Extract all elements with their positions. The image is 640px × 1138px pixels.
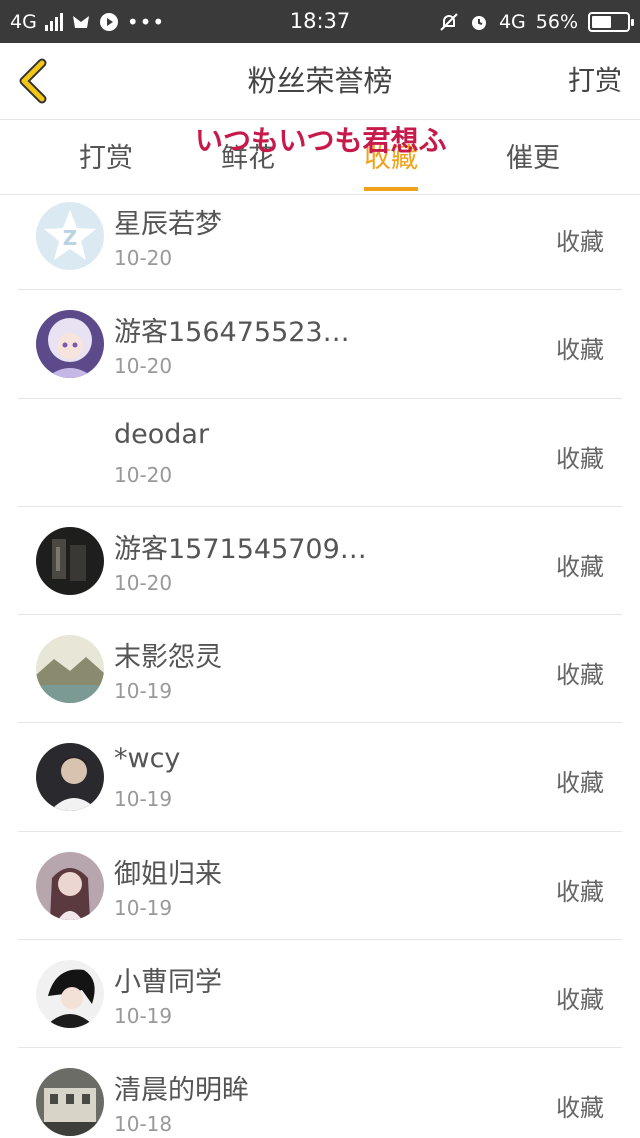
record-type: 收藏 [556,552,604,581]
alarm-icon [469,12,489,32]
list-item[interactable]: deodar 10-20 收藏 [18,399,622,507]
list-item[interactable]: 小曹同学 10-19 收藏 [18,940,622,1049]
dark-photo-avatar-icon [36,526,104,595]
status-right: 4G 56% [439,0,634,43]
date: 10-20 [114,570,173,595]
list-item[interactable]: 御姐归来 10-19 收藏 [18,832,622,941]
record-type: 收藏 [556,336,604,365]
chevron-left-icon [19,58,47,104]
record-type: 收藏 [556,986,604,1015]
watermark-text: いつもいつも君想ふ [195,124,447,157]
user-name: 清晨的明眸 [114,1075,249,1107]
record-type: 收藏 [556,228,604,256]
mute-bell-icon [439,12,459,32]
date: 10-19 [114,679,173,704]
default-avatar-icon: Z [36,202,104,270]
date: 10-20 [114,354,173,379]
landscape-avatar-icon [36,635,104,704]
building-photo-avatar-icon [36,1068,104,1137]
avatar [36,1068,104,1137]
user-name: 游客156475523… [114,317,350,349]
status-bar: 4G ••• 18:37 4G 56% [0,0,640,43]
record-type: 收藏 [556,877,604,906]
list-item[interactable]: 清晨的明眸 10-18 收藏 [18,1048,622,1138]
battery-icon [588,11,634,32]
svg-text:Z: Z [63,226,78,250]
reward-button[interactable]: 打赏 [568,43,622,120]
boy-anime-avatar-icon [36,960,104,1029]
back-button[interactable] [14,57,54,105]
date: 10-19 [114,895,173,920]
avatar [36,960,104,1029]
battery-fill [592,15,612,28]
avatar [36,310,104,379]
list-item[interactable]: Z 星辰若梦 10-20 收藏 [18,182,622,291]
user-name: 末影怨灵 [114,642,222,674]
list-item[interactable]: *wcy 10-19 收藏 [18,723,622,832]
record-type: 收藏 [556,769,604,798]
user-name: *wcy [114,743,181,775]
list-item[interactable]: 游客1571545709… 10-20 收藏 [18,507,622,616]
avatar [36,743,104,812]
boy-photo-avatar-icon [36,743,104,812]
anime-girl-avatar-icon [36,310,104,379]
battery-percent: 56% [535,10,578,33]
tab-label: 打赏 [79,143,133,174]
user-name: 御姐归来 [114,858,222,890]
record-type: 收藏 [556,661,604,690]
date: 10-19 [114,1004,173,1029]
record-type: 收藏 [556,1094,604,1123]
user-name: 游客1571545709… [114,533,367,565]
header-bar: 粉丝荣誉榜 打赏 [0,43,640,120]
date: 10-19 [114,787,173,812]
avatar [36,635,104,704]
page-title: 粉丝荣誉榜 [247,64,393,98]
fan-list: Z 星辰若梦 10-20 收藏 游客156475523… 10-20 收藏 de… [0,182,640,1138]
list-item[interactable]: 末影怨灵 10-19 收藏 [18,615,622,724]
record-type: 收藏 [556,444,604,473]
tab-label: 催更 [506,143,560,174]
avatar: Z [36,202,104,270]
date: 10-20 [114,462,173,487]
user-name: 星辰若梦 [114,209,222,240]
date: 10-20 [114,246,173,270]
user-name: deodar [114,418,210,450]
list-item[interactable]: 游客156475523… 10-20 收藏 [18,290,622,399]
user-name: 小曹同学 [114,967,222,999]
network-type-right: 4G [498,10,526,33]
avatar [36,851,104,920]
girl-photo-avatar-icon [36,851,104,920]
avatar [36,526,104,595]
date: 10-18 [114,1112,173,1137]
